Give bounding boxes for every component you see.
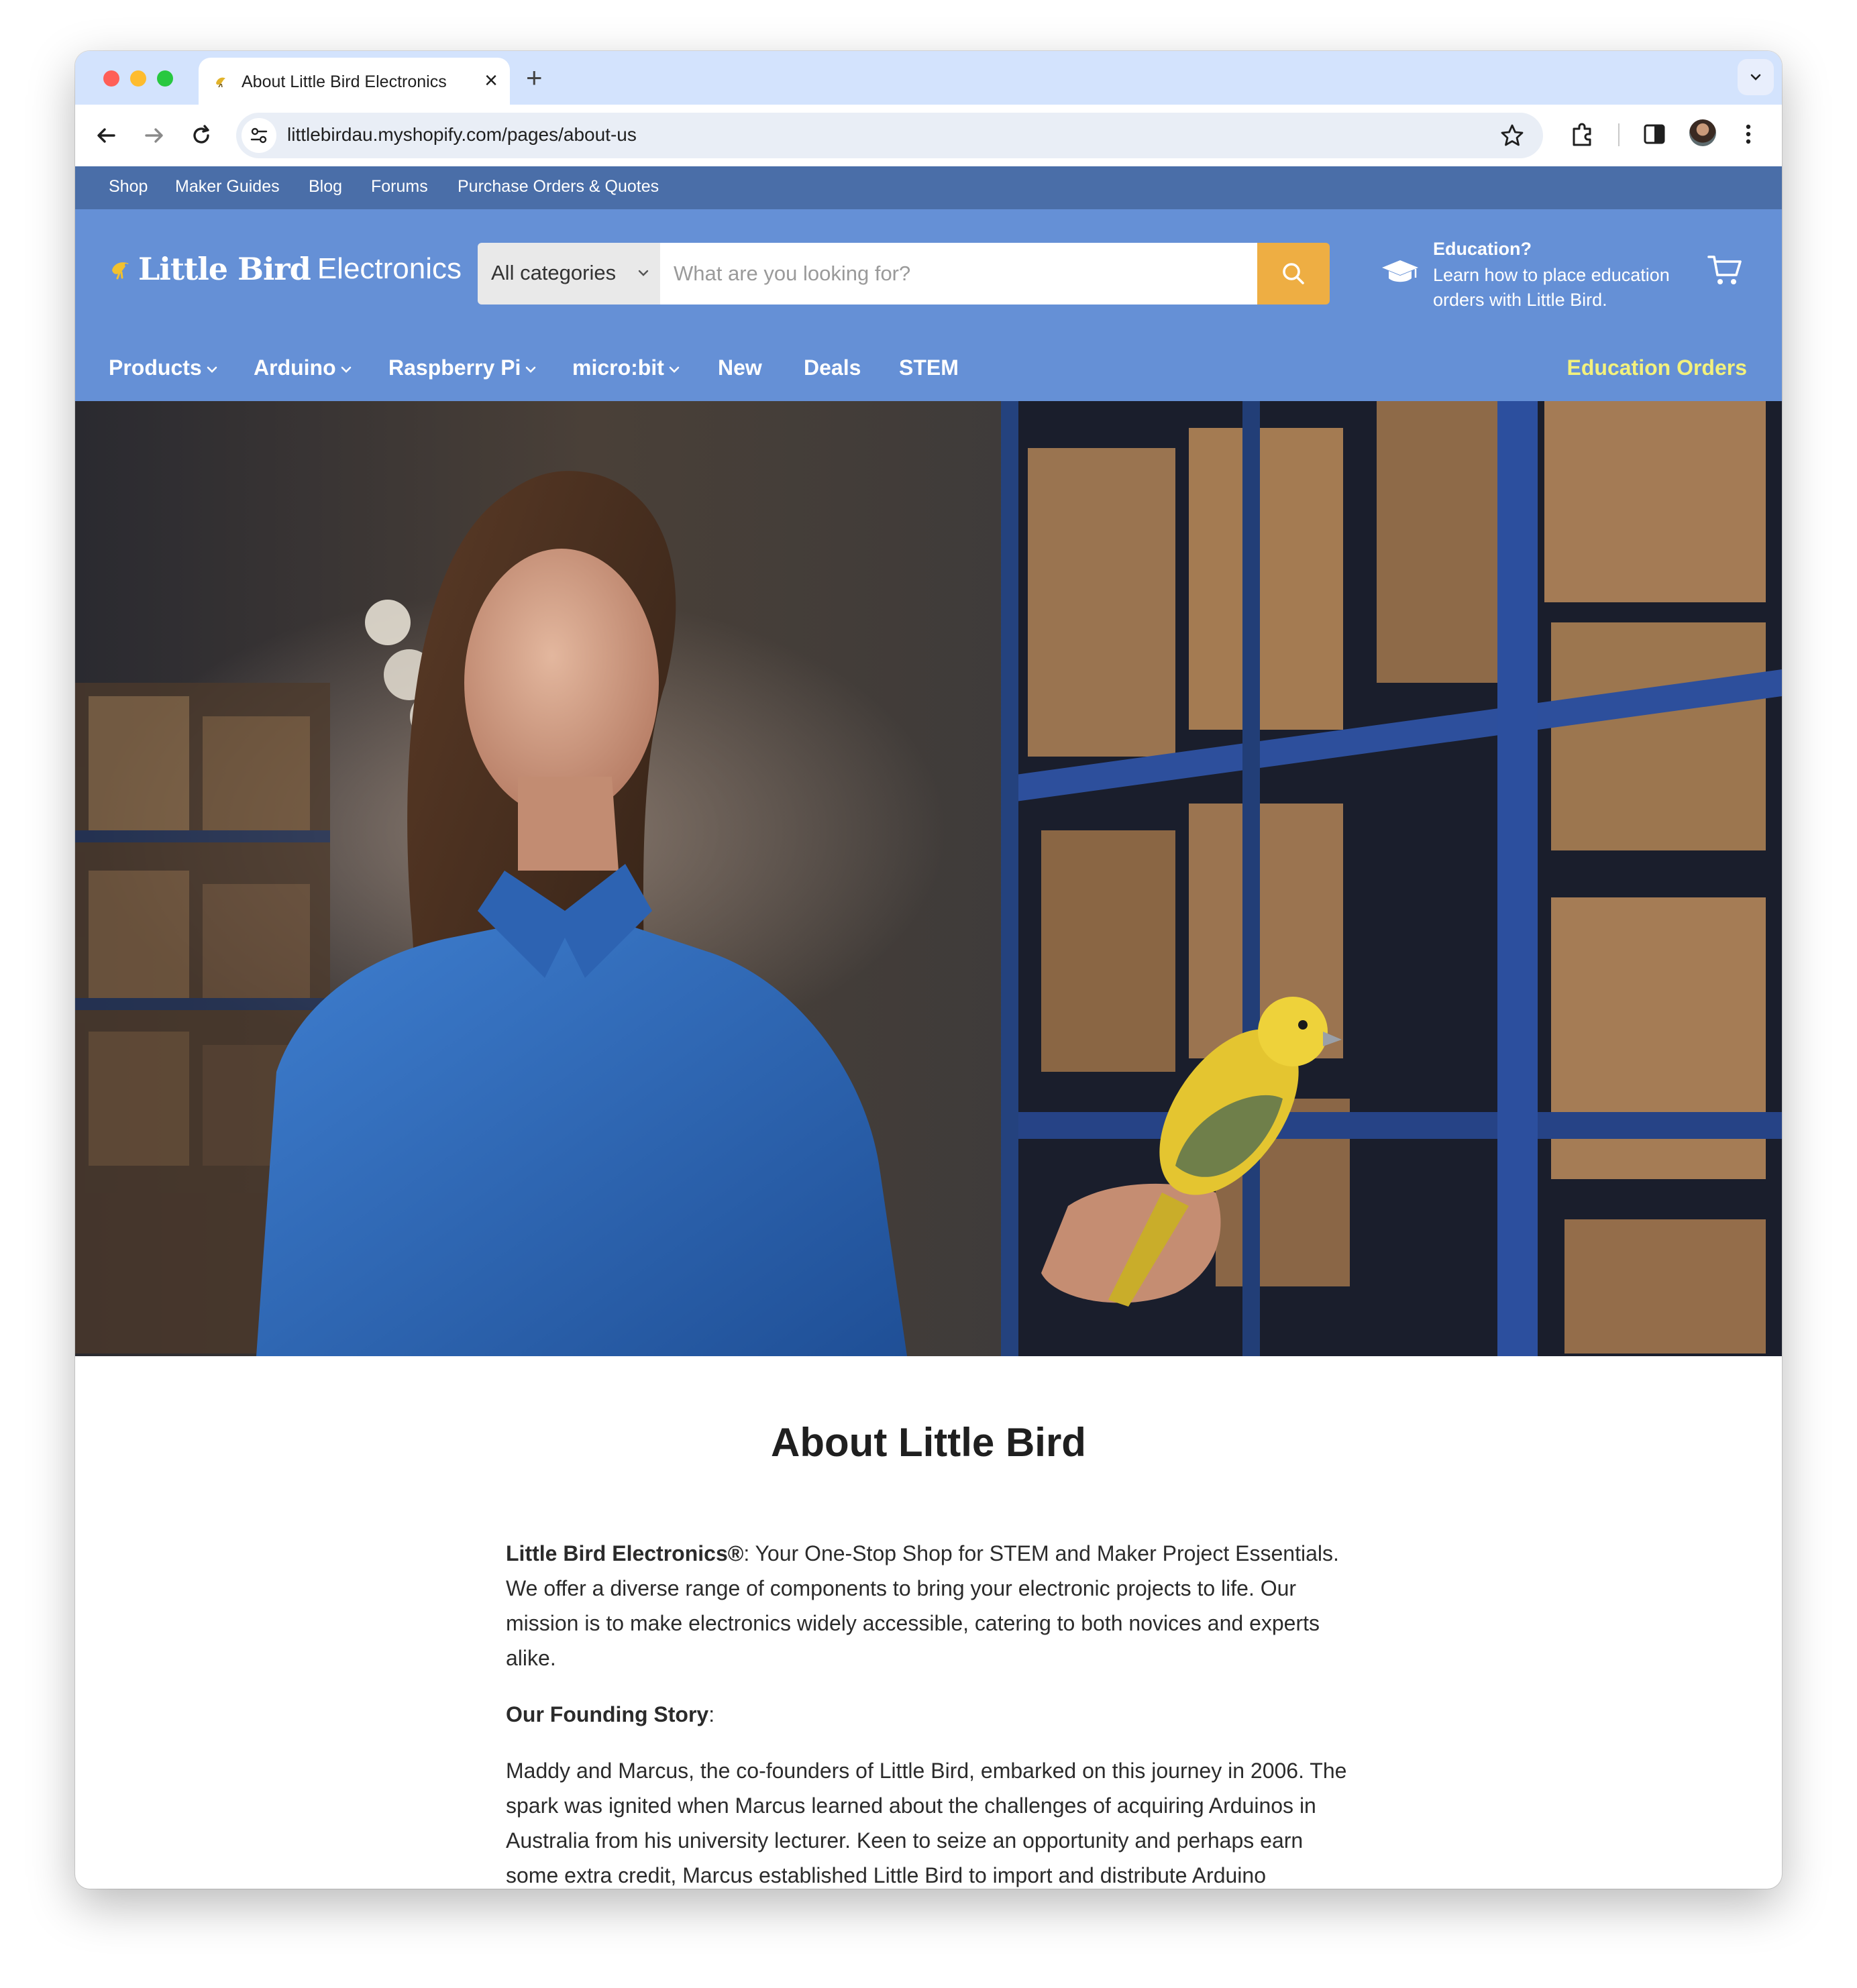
nav-arduino-label: Arduino: [254, 355, 336, 380]
forward-arrow-icon[interactable]: [140, 121, 169, 150]
extensions-puzzle-icon[interactable]: [1569, 121, 1597, 149]
search-icon: [1283, 263, 1304, 284]
education-title[interactable]: Education?: [1433, 239, 1532, 260]
nav-products[interactable]: Products: [109, 355, 218, 380]
tab-search-button[interactable]: [1738, 59, 1774, 95]
reload-icon[interactable]: [187, 121, 216, 150]
top-links-bar: Shop Maker Guides Blog Forums Purchase O…: [75, 166, 1782, 209]
main-navigation: Products Arduino Raspberry Pi micro:bit …: [75, 337, 1782, 401]
minimize-window-button[interactable]: [130, 70, 146, 87]
founding-heading-text: Our Founding Story: [506, 1702, 709, 1726]
education-description[interactable]: Learn how to place education orders with…: [1433, 263, 1701, 313]
nav-education-orders[interactable]: Education Orders: [1567, 355, 1748, 380]
logo-text-bold: Little Bird: [138, 251, 311, 287]
site-info-button[interactable]: [242, 118, 276, 153]
nav-raspberry-pi[interactable]: Raspberry Pi: [388, 355, 537, 380]
nav-new[interactable]: New: [718, 355, 762, 380]
chevron-down-icon: [207, 366, 217, 373]
browser-toolbar: littlebirdau.myshopify.com/pages/about-u…: [75, 105, 1782, 167]
bird-logo-icon: [112, 262, 129, 280]
close-window-button[interactable]: [103, 70, 119, 87]
nav-products-label: Products: [109, 355, 202, 380]
hero-image: [75, 401, 1782, 1356]
logo-text-light: Electronics: [317, 252, 462, 285]
new-tab-button[interactable]: +: [526, 63, 543, 93]
top-link-blog[interactable]: Blog: [309, 177, 342, 197]
browser-window: About Little Bird Electronics × + little…: [75, 51, 1782, 1889]
side-panel-icon[interactable]: [1641, 121, 1668, 148]
founding-heading-colon: :: [708, 1702, 715, 1726]
nav-raspberry-pi-label: Raspberry Pi: [388, 355, 521, 380]
more-vertical-icon[interactable]: [1742, 121, 1755, 148]
top-link-maker-guides[interactable]: Maker Guides: [175, 177, 280, 197]
nav-microbit[interactable]: micro:bit: [572, 355, 680, 380]
intro-paragraph: Little Bird Electronics®: Your One-Stop …: [506, 1536, 1358, 1675]
site-logo[interactable]: Little Bird Electronics: [109, 251, 462, 287]
nav-deals[interactable]: Deals: [804, 355, 861, 380]
nav-stem[interactable]: STEM: [899, 355, 959, 380]
category-select-value: All categories: [491, 261, 617, 284]
close-tab-icon[interactable]: ×: [484, 67, 498, 94]
founding-paragraph: Maddy and Marcus, the co-founders of Lit…: [506, 1759, 1347, 1887]
bird-favicon-icon: [216, 77, 225, 88]
shopping-cart-icon[interactable]: [1707, 254, 1743, 287]
graduation-cap-icon: [1382, 260, 1418, 282]
category-select[interactable]: All categories: [478, 243, 660, 305]
chevron-down-icon: [526, 366, 536, 373]
about-content: Little Bird Electronics®: Your One-Stop …: [506, 1536, 1358, 1889]
bird-head: [1258, 997, 1328, 1066]
back-arrow-icon[interactable]: [91, 121, 121, 150]
nav-arduino[interactable]: Arduino: [254, 355, 352, 380]
intro-bold: Little Bird Electronics®: [506, 1541, 744, 1565]
chevron-down-icon: [669, 366, 680, 373]
browser-tab-active[interactable]: About Little Bird Electronics ×: [199, 58, 510, 105]
bird-eye: [1298, 1020, 1308, 1030]
toolbar-divider: [1618, 123, 1620, 146]
top-link-purchase-orders[interactable]: Purchase Orders & Quotes: [458, 177, 659, 197]
top-link-shop[interactable]: Shop: [109, 177, 148, 197]
profile-avatar[interactable]: [1689, 119, 1716, 146]
tune-icon: [250, 127, 268, 144]
site-header: Little Bird Electronics All categories E…: [75, 209, 1782, 401]
tab-strip: About Little Bird Electronics × +: [75, 51, 1782, 105]
bookmark-star-icon[interactable]: [1499, 122, 1526, 149]
founding-heading: Our Founding Story:: [506, 1697, 1358, 1732]
url-text[interactable]: littlebirdau.myshopify.com/pages/about-u…: [287, 124, 637, 146]
chevron-down-icon: [638, 270, 649, 276]
search-button[interactable]: [1257, 243, 1330, 305]
top-link-forums[interactable]: Forums: [371, 177, 428, 197]
nav-microbit-label: micro:bit: [572, 355, 664, 380]
chevron-down-icon: [1750, 74, 1761, 80]
search-input[interactable]: [660, 243, 1257, 305]
page-title: About Little Bird: [771, 1420, 1086, 1465]
maximize-window-button[interactable]: [157, 70, 173, 87]
chevron-down-icon: [341, 366, 351, 373]
ceiling-light: [365, 600, 411, 645]
neck: [518, 777, 619, 871]
tab-title: About Little Bird Electronics: [242, 72, 447, 91]
address-bar[interactable]: littlebirdau.myshopify.com/pages/about-u…: [236, 113, 1543, 158]
